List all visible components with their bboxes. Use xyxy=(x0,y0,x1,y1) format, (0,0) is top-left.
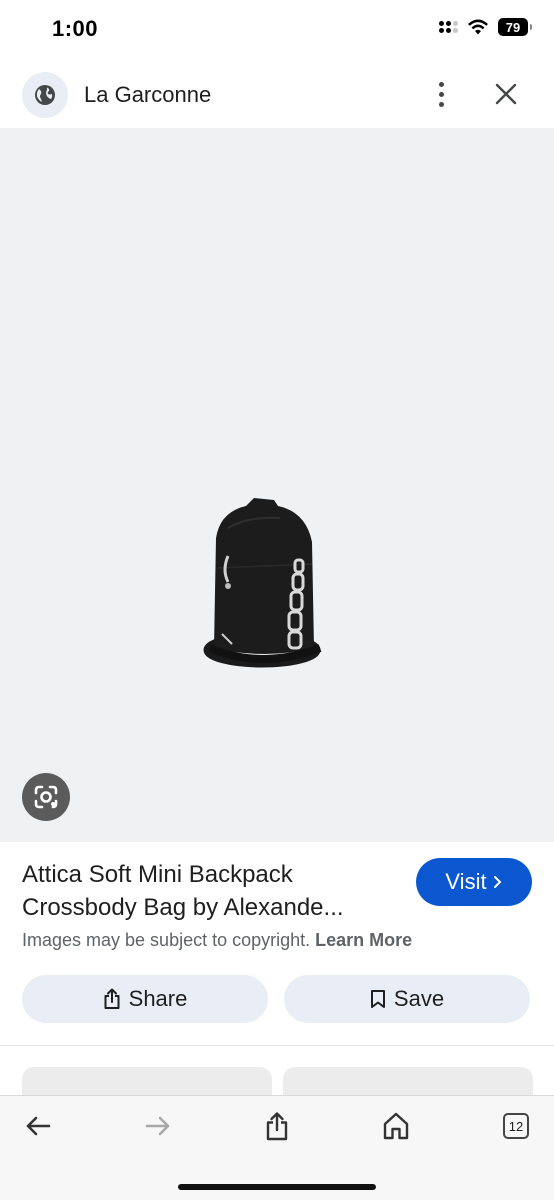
share-label: Share xyxy=(128,986,188,1011)
status-icons: 79 xyxy=(439,18,532,36)
google-lens-button[interactable] xyxy=(22,773,70,821)
chevron-right-icon xyxy=(493,876,501,888)
image-preview[interactable] xyxy=(0,128,554,842)
forward-button[interactable] xyxy=(136,1108,180,1144)
copyright-notice: Images may be subject to copyright. Lear… xyxy=(22,930,412,951)
back-button[interactable] xyxy=(16,1108,60,1144)
more-vert-icon xyxy=(438,81,444,87)
lens-icon xyxy=(34,785,58,809)
status-bar: 1:00 79 xyxy=(0,0,554,60)
product-image[interactable] xyxy=(198,498,330,683)
site-header: La Garconne xyxy=(0,60,554,128)
visit-button[interactable]: Visit xyxy=(416,858,532,906)
forward-arrow-icon xyxy=(145,1116,170,1136)
back-arrow-icon xyxy=(26,1116,51,1136)
home-icon xyxy=(383,1112,409,1140)
site-favicon xyxy=(22,72,68,118)
battery-icon: 79 xyxy=(498,18,532,36)
home-indicator xyxy=(178,1184,376,1190)
tabs-button[interactable]: 12 xyxy=(494,1108,538,1144)
home-button[interactable] xyxy=(374,1108,418,1144)
share-button[interactable]: Share xyxy=(22,975,268,1023)
visit-label: Visit xyxy=(445,869,487,894)
browser-toolbar: 12 xyxy=(0,1095,554,1200)
globe-icon xyxy=(35,85,55,105)
status-time: 1:00 xyxy=(52,16,99,41)
close-icon[interactable] xyxy=(490,78,522,110)
product-title[interactable]: Attica Soft Mini Backpack Crossbody Bag … xyxy=(22,858,402,924)
more-options-button[interactable] xyxy=(426,76,456,112)
save-label: Save xyxy=(393,986,445,1011)
save-button[interactable]: Save xyxy=(284,975,530,1023)
copyright-text: Images may be subject to copyright. xyxy=(22,930,311,950)
wifi-icon xyxy=(468,19,488,35)
share-icon xyxy=(104,988,120,1009)
learn-more-link[interactable]: Learn More xyxy=(315,930,412,950)
site-name[interactable]: La Garconne xyxy=(84,82,211,108)
signal-icon xyxy=(439,21,458,33)
toolbar-share-button[interactable] xyxy=(255,1108,299,1144)
share-icon xyxy=(266,1112,288,1141)
divider xyxy=(0,1045,554,1046)
bookmark-icon xyxy=(370,990,385,1008)
tabs-icon: 12 xyxy=(503,1113,529,1139)
